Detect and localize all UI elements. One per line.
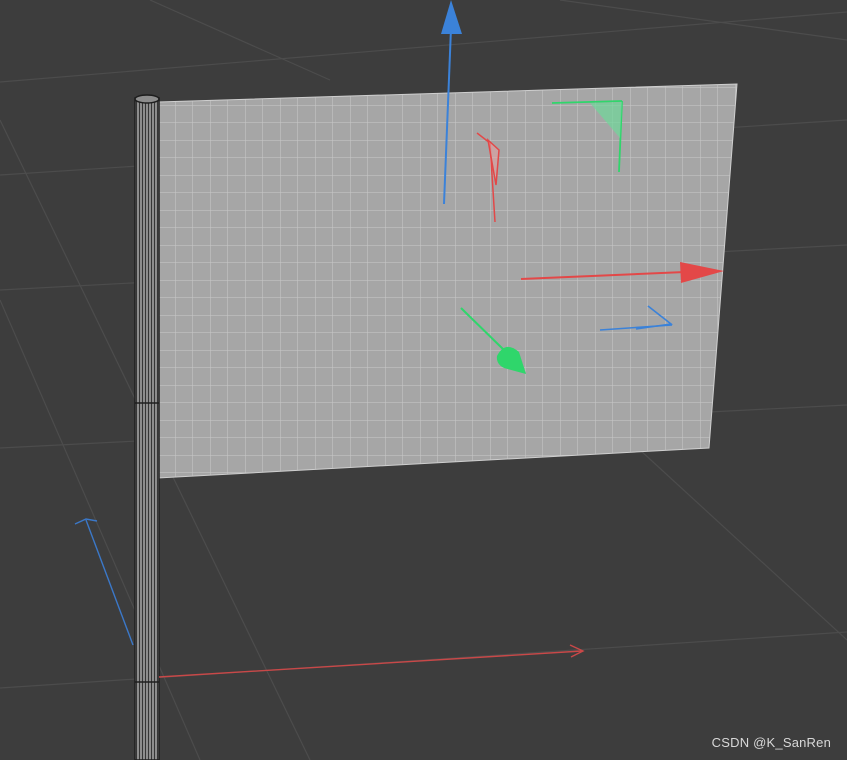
flag-mesh[interactable]: [157, 83, 738, 479]
watermark: CSDN @K_SanRen: [711, 735, 831, 750]
viewport-canvas[interactable]: [0, 0, 847, 760]
flag-pole[interactable]: [134, 94, 160, 760]
3d-viewport[interactable]: CSDN @K_SanRen: [0, 0, 847, 760]
